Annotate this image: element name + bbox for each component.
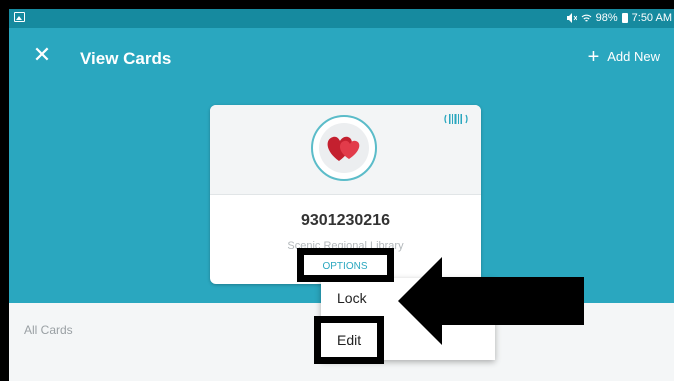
battery-percent: 98% [595,12,618,24]
edit-highlight-box [314,316,384,364]
add-new-label: Add New [607,49,660,64]
clock: 7:50 AM [631,12,672,24]
card-number: 9301230216 [301,212,390,229]
barcode-icon[interactable] [443,111,469,127]
plus-icon: + [587,45,600,68]
add-new-button[interactable]: + Add New [587,45,660,68]
gallery-icon [14,12,25,22]
close-icon[interactable]: ✕ [32,44,52,66]
options-highlight-box [297,248,394,282]
page-title: View Cards [80,49,172,68]
app-bar: ✕ View Cards + Add New [9,28,674,88]
status-indicators: 98% 7:50 AM [566,12,672,24]
status-bar: 98% 7:50 AM [9,9,674,28]
battery-icon [621,13,628,23]
library-logo [311,115,377,181]
card-header [210,105,481,195]
heart-logo-icon [319,123,369,173]
pointer-arrow-icon [398,257,584,345]
wifi-icon [581,14,592,22]
section-label: All Cards [24,323,73,337]
mute-icon [566,13,577,23]
menu-item-lock[interactable]: Lock [337,290,367,306]
